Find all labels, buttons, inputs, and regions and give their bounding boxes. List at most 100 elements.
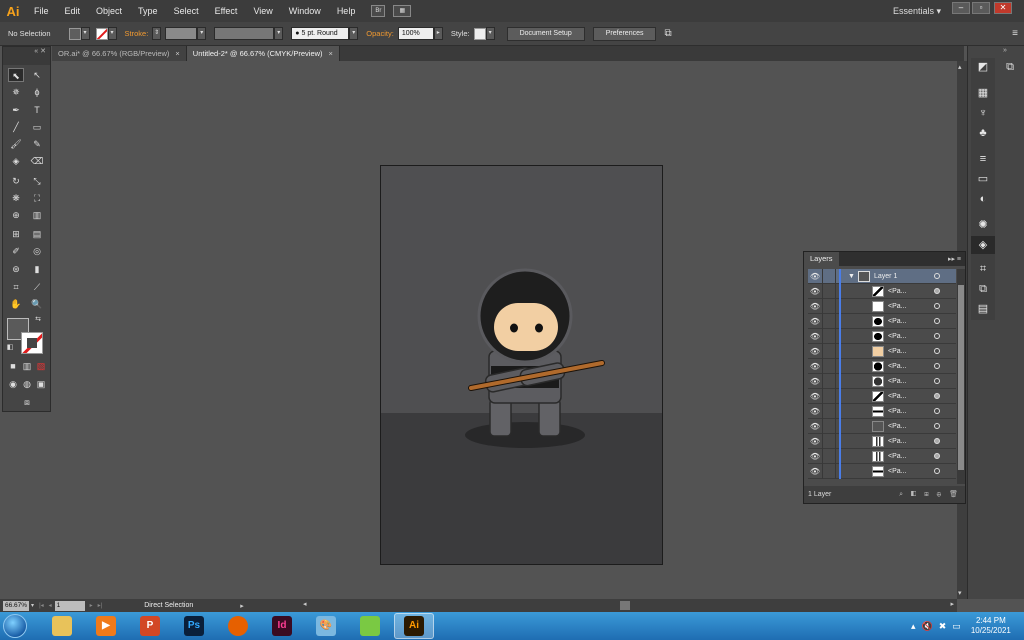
scale-tool-icon[interactable]: ⤡: [29, 174, 45, 188]
width-profile-dropdown[interactable]: ▾: [274, 27, 284, 40]
show-hidden-icons-icon[interactable]: ▴: [911, 621, 916, 632]
taskbar-green-app[interactable]: [350, 613, 390, 639]
menu-edit[interactable]: Edit: [57, 0, 89, 22]
taskbar-illustrator[interactable]: Ai: [394, 613, 434, 639]
stroke-icon[interactable]: ≡: [971, 150, 995, 168]
layer-row-path[interactable]: 👁 <Pa...: [808, 343, 956, 359]
layer-row-path[interactable]: 👁 <Pa...: [808, 463, 956, 479]
layer-name[interactable]: Layer 1: [874, 269, 897, 284]
target-icon[interactable]: [934, 438, 940, 444]
layer-name[interactable]: <Pa...: [888, 374, 906, 389]
lock-toggle[interactable]: [822, 358, 836, 374]
layer-row-path[interactable]: 👁 <Pa...: [808, 418, 956, 434]
layer-name[interactable]: <Pa...: [888, 434, 906, 449]
layer-name[interactable]: <Pa...: [888, 464, 906, 479]
opacity-label[interactable]: Opacity:: [366, 29, 394, 38]
maximize-button[interactable]: ▫: [972, 2, 990, 14]
menu-file[interactable]: File: [26, 0, 57, 22]
menu-view[interactable]: View: [245, 0, 280, 22]
visibility-eye-icon[interactable]: 👁: [808, 467, 822, 476]
color-mode-icon[interactable]: ■: [7, 359, 19, 373]
arrange-documents-button[interactable]: ▦: [393, 5, 412, 17]
opacity-dropdown[interactable]: ▸: [433, 27, 443, 40]
graphic-style-swatch[interactable]: [473, 27, 486, 40]
draw-behind-icon[interactable]: ◍: [21, 377, 33, 391]
target-icon[interactable]: [934, 408, 940, 414]
taskbar-paint[interactable]: 🎨: [306, 613, 346, 639]
type-tool-icon[interactable]: T: [29, 103, 45, 117]
dock-collapse-icon[interactable]: »: [1003, 47, 1007, 54]
target-icon[interactable]: [934, 468, 940, 474]
layer-row-path[interactable]: 👁 <Pa...: [808, 388, 956, 404]
target-icon[interactable]: [934, 423, 940, 429]
shape-builder-tool-icon[interactable]: ⊕: [8, 208, 24, 222]
brush-definition-field[interactable]: ● 5 pt. Round: [291, 27, 350, 40]
target-icon[interactable]: [934, 288, 940, 294]
layers-scrollbar[interactable]: [957, 269, 965, 484]
visibility-eye-icon[interactable]: 👁: [808, 302, 822, 311]
menu-window[interactable]: Window: [281, 0, 329, 22]
taskbar-firefox[interactable]: [218, 613, 258, 639]
menu-select[interactable]: Select: [166, 0, 207, 22]
minimize-button[interactable]: –: [952, 2, 970, 14]
appearance-icon[interactable]: ✺: [971, 216, 995, 234]
warp-tool-icon[interactable]: ❋: [8, 191, 24, 205]
target-icon[interactable]: [934, 318, 940, 324]
layer-row-path[interactable]: 👁 <Pa...: [808, 358, 956, 374]
gradient-tool-icon[interactable]: ▤: [29, 227, 45, 241]
brush-dropdown[interactable]: ▾: [349, 27, 359, 40]
menu-object[interactable]: Object: [88, 0, 130, 22]
taskbar-powerpoint[interactable]: P: [130, 613, 170, 639]
bridge-button[interactable]: Br: [371, 5, 386, 17]
align-icon[interactable]: ⧉: [971, 280, 995, 298]
scroll-up-icon[interactable]: ▴: [958, 63, 962, 71]
none-mode-icon[interactable]: ▧: [35, 359, 47, 373]
style-dropdown[interactable]: ▾: [485, 27, 495, 40]
artboard-tool-icon[interactable]: ⌗: [8, 280, 24, 294]
tab-layers[interactable]: Layers: [804, 252, 839, 266]
tab-document-1[interactable]: OR.ai* @ 66.67% (RGB/Preview) ×: [52, 46, 187, 61]
panel-menu-icon[interactable]: ▸▸ ≡: [948, 255, 961, 263]
layers-icon[interactable]: ◈: [971, 236, 995, 254]
layer-name[interactable]: <Pa...: [888, 329, 906, 344]
blend-tool-icon[interactable]: ◎: [29, 244, 45, 258]
zoom-tool-icon[interactable]: 🔍: [29, 297, 45, 311]
symbols-icon[interactable]: ♣: [971, 124, 995, 142]
stroke-color-swatch[interactable]: [95, 27, 108, 40]
first-artboard-icon[interactable]: |◂: [39, 602, 44, 609]
hand-tool-icon[interactable]: ✋: [8, 297, 24, 311]
target-icon[interactable]: [934, 348, 940, 354]
visibility-eye-icon[interactable]: 👁: [808, 407, 822, 416]
gradient-icon[interactable]: ▭: [971, 170, 995, 188]
close-button[interactable]: ✕: [994, 2, 1012, 14]
status-tool-text[interactable]: Direct Selection: [144, 602, 240, 609]
rotate-tool-icon[interactable]: ↻: [8, 174, 24, 188]
layers-scroll-thumb[interactable]: [958, 285, 964, 470]
scroll-down-icon[interactable]: ▾: [958, 589, 962, 597]
lock-toggle[interactable]: [822, 328, 836, 344]
layer-row-path[interactable]: 👁 <Pa...: [808, 448, 956, 464]
lock-toggle[interactable]: [822, 448, 836, 464]
swatches-icon[interactable]: ▦: [971, 84, 995, 102]
target-icon[interactable]: [934, 273, 940, 279]
lock-toggle[interactable]: [822, 403, 836, 419]
menu-type[interactable]: Type: [130, 0, 166, 22]
clock[interactable]: 2:44 PM 10/25/2021: [971, 616, 1011, 636]
pen-tool-icon[interactable]: ✒: [8, 103, 24, 117]
perspective-grid-tool-icon[interactable]: ▥: [29, 208, 45, 222]
visibility-eye-icon[interactable]: 👁: [808, 437, 822, 446]
lock-toggle[interactable]: [822, 463, 836, 479]
symbol-sprayer-tool-icon[interactable]: ⊛: [8, 262, 24, 276]
layer-name[interactable]: <Pa...: [888, 449, 906, 464]
lock-toggle[interactable]: [822, 433, 836, 449]
transform-icon[interactable]: ⌗: [971, 260, 995, 278]
eyedropper-tool-icon[interactable]: ✐: [8, 244, 24, 258]
eraser-tool-icon[interactable]: ⌫: [29, 154, 45, 168]
layer-row-path[interactable]: 👁 <Pa...: [808, 313, 956, 329]
visibility-eye-icon[interactable]: 👁: [808, 332, 822, 341]
visibility-eye-icon[interactable]: 👁: [808, 452, 822, 461]
artboards-icon[interactable]: ⧉: [998, 58, 1022, 76]
arrange-icon[interactable]: ⧉: [664, 28, 671, 39]
opacity-field[interactable]: 100%: [397, 27, 434, 40]
draw-inside-icon[interactable]: ▣: [35, 377, 47, 391]
